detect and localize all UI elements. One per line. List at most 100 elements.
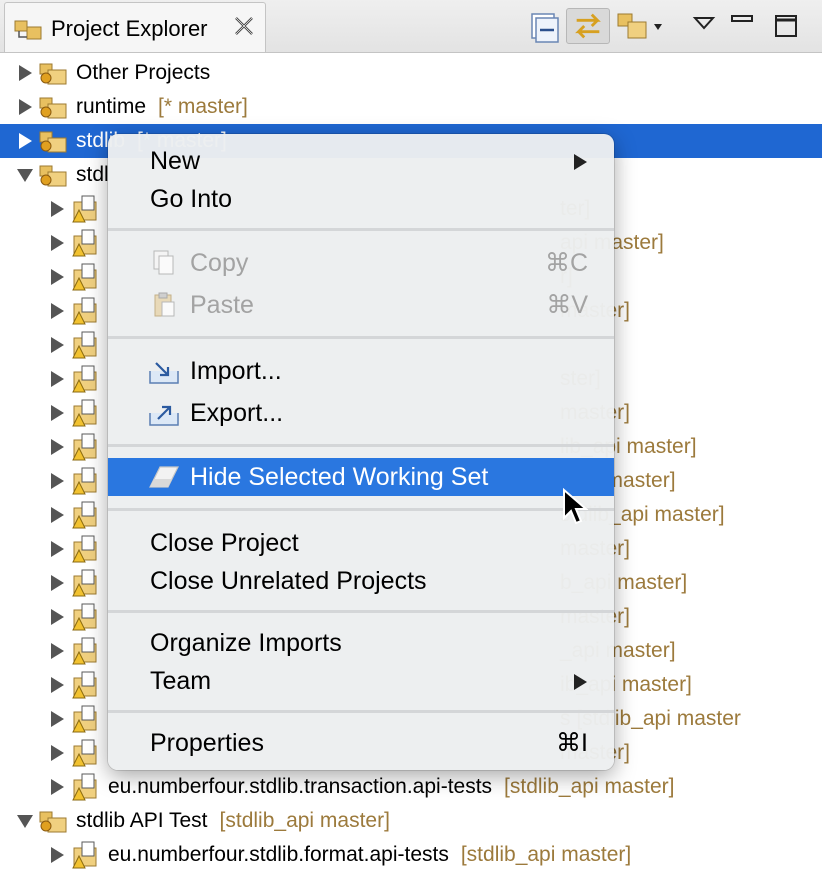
- project-name: Other Projects: [76, 61, 211, 84]
- project-icon: [72, 603, 97, 631]
- collapsed-arrow-icon[interactable]: [48, 438, 66, 456]
- project-name: stdl: [76, 163, 109, 186]
- collapsed-arrow-icon[interactable]: [48, 200, 66, 218]
- collapse-all-icon[interactable]: [528, 8, 560, 44]
- menu-item-close-unrelated[interactable]: Close Unrelated Projects: [108, 562, 614, 600]
- tree-row-label: Other Projects: [76, 56, 222, 90]
- tree-row[interactable]: eu.numberfour.stdlib.format.api-tests [st…: [0, 838, 822, 872]
- menu-item-label: Hide Selected Working Set: [190, 463, 489, 491]
- collapsed-arrow-icon[interactable]: [48, 778, 66, 796]
- view-menu-icon[interactable]: [690, 8, 718, 44]
- project-icon: [72, 637, 97, 665]
- menu-item-properties[interactable]: Properties ⌘I: [108, 724, 614, 762]
- shortcut-label: ⌘I: [556, 729, 588, 757]
- collapsed-arrow-icon[interactable]: [48, 642, 66, 660]
- menu-item-export[interactable]: Export...: [108, 394, 614, 432]
- project-name: eu.numberfour.stdlib.format.api-tests: [108, 843, 449, 866]
- tree-row-label: runtime [* master]: [76, 90, 248, 124]
- menu-item-hide-working-set[interactable]: Hide Selected Working Set: [108, 458, 614, 496]
- tree-row[interactable]: eu.numberfour.stdlib.transaction.api-tes…: [0, 770, 822, 804]
- collapsed-arrow-icon[interactable]: [48, 574, 66, 592]
- project-icon: [72, 331, 97, 359]
- collapsed-arrow-icon[interactable]: [16, 64, 34, 82]
- expanded-arrow-icon[interactable]: [16, 812, 34, 830]
- collapsed-arrow-icon[interactable]: [48, 710, 66, 728]
- shortcut-label: ⌘V: [546, 291, 588, 319]
- menu-item-import[interactable]: Import...: [108, 352, 614, 390]
- tree-row-label: eu.numberfour.stdlib.transaction.api-tes…: [108, 770, 674, 804]
- project-icon: [72, 399, 97, 427]
- tab-project-explorer[interactable]: Project Explorer: [4, 2, 266, 52]
- working-set-icon: [39, 131, 67, 153]
- tree-row-label: eu.numberfour.stdlib.format.api-tests [st…: [108, 838, 631, 872]
- collapsed-arrow-icon[interactable]: [16, 132, 34, 150]
- collapsed-arrow-icon[interactable]: [48, 608, 66, 626]
- project-icon: [72, 739, 97, 767]
- tree-row[interactable]: Other Projects: [0, 56, 822, 90]
- working-set-icon: [39, 63, 67, 85]
- menu-item-go-into[interactable]: Go Into: [108, 180, 614, 218]
- collapsed-arrow-icon[interactable]: [48, 472, 66, 490]
- git-branch-decoration: [stdlib_api master]: [504, 775, 675, 798]
- menu-item-label: Close Project: [150, 529, 299, 557]
- project-explorer-icon: [14, 20, 42, 40]
- collapsed-arrow-icon[interactable]: [48, 540, 66, 558]
- export-icon: [149, 405, 179, 426]
- menu-item-new[interactable]: New: [108, 142, 614, 180]
- minimize-icon[interactable]: [728, 8, 756, 44]
- menu-item-label: Copy: [190, 249, 249, 277]
- project-icon: [72, 569, 97, 597]
- view-toolbar: Project Explorer: [0, 0, 822, 53]
- submenu-arrow-icon: [574, 154, 587, 170]
- collapsed-arrow-icon[interactable]: [48, 744, 66, 762]
- menu-item-close-project[interactable]: Close Project: [108, 524, 614, 562]
- collapsed-arrow-icon[interactable]: [48, 302, 66, 320]
- project-menu-icon[interactable]: [614, 8, 668, 44]
- collapsed-arrow-icon[interactable]: [48, 676, 66, 694]
- collapsed-arrow-icon[interactable]: [48, 846, 66, 864]
- working-set-icon: [39, 97, 67, 119]
- close-icon[interactable]: [231, 13, 257, 39]
- tree-row[interactable]: stdlib API Test [stdlib_api master]: [0, 804, 822, 838]
- link-with-editor-icon[interactable]: [566, 8, 610, 44]
- submenu-arrow-icon: [574, 674, 587, 690]
- collapsed-arrow-icon[interactable]: [48, 404, 66, 422]
- project-icon: [72, 501, 97, 529]
- collapsed-arrow-icon[interactable]: [48, 268, 66, 286]
- collapsed-arrow-icon[interactable]: [48, 336, 66, 354]
- context-menu: New Go Into Copy ⌘C Paste ⌘V Import... E…: [108, 134, 614, 770]
- project-icon: [72, 297, 97, 325]
- project-icon: [72, 365, 97, 393]
- menu-separator: [108, 508, 614, 511]
- menu-item-copy[interactable]: Copy ⌘C: [108, 244, 614, 282]
- menu-item-label: Import...: [190, 357, 282, 385]
- menu-item-organize-imports[interactable]: Organize Imports: [108, 624, 614, 662]
- expanded-arrow-icon[interactable]: [16, 166, 34, 184]
- shortcut-label: ⌘C: [544, 249, 588, 277]
- menu-item-label: Export...: [190, 399, 284, 427]
- paste-icon: [154, 292, 175, 317]
- collapsed-arrow-icon[interactable]: [16, 98, 34, 116]
- collapsed-arrow-icon[interactable]: [48, 234, 66, 252]
- project-name: runtime: [76, 95, 147, 118]
- tree-row[interactable]: runtime [* master]: [0, 90, 822, 124]
- menu-separator: [108, 228, 614, 231]
- git-branch-decoration: [* master]: [158, 95, 248, 118]
- project-icon: [72, 433, 97, 461]
- project-icon: [72, 773, 97, 801]
- maximize-icon[interactable]: [770, 8, 802, 44]
- working-set-icon: [39, 165, 67, 187]
- menu-item-label: Team: [150, 667, 212, 695]
- menu-item-label: New: [150, 147, 201, 175]
- collapsed-arrow-icon[interactable]: [48, 506, 66, 524]
- project-icon: [72, 671, 97, 699]
- mouse-cursor-icon: [563, 488, 588, 525]
- project-icon: [72, 263, 97, 291]
- project-name: eu.numberfour.stdlib.transaction.api-tes…: [108, 775, 493, 798]
- collapsed-arrow-icon[interactable]: [48, 370, 66, 388]
- menu-item-team[interactable]: Team: [108, 662, 614, 700]
- project-icon: [72, 467, 97, 495]
- menu-item-paste[interactable]: Paste ⌘V: [108, 286, 614, 324]
- project-icon: [72, 535, 97, 563]
- import-icon: [149, 362, 179, 384]
